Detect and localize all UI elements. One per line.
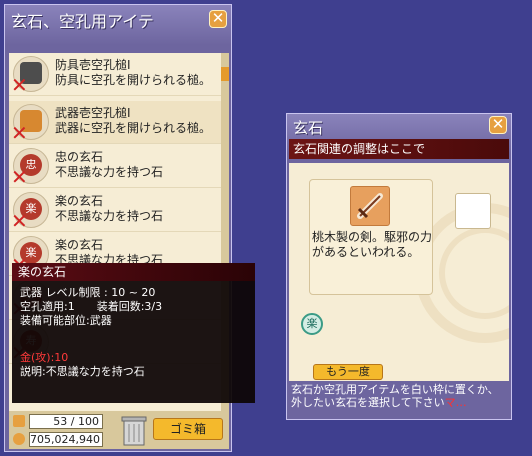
gemstone-window: 玄石 ✕ 玄石関連の調整はここで 桃木製の剣。駆邪の力があるといわれる。 楽 も… [286, 113, 512, 420]
scroll-thumb[interactable] [221, 67, 229, 81]
tooltip-title: 楽の玄石 [12, 263, 255, 281]
gem-drop-slot[interactable] [455, 193, 491, 229]
equipment-desc: 桃木製の剣。駆邪の力があるといわれる。 [312, 230, 433, 259]
coin-icon [13, 433, 25, 445]
unusable-x-icon: ✕ [11, 165, 28, 189]
list-item[interactable]: 忠 ✕ 忠の玄石 不思議な力を持つ石 [9, 145, 221, 188]
unusable-x-icon: ✕ [11, 73, 28, 97]
gem-type-icon[interactable]: 楽 [301, 313, 323, 335]
close-icon[interactable]: ✕ [489, 116, 507, 134]
gemstone-title: 玄石 [293, 119, 324, 137]
item-desc: 武器に空孔を開けられる槌。 [55, 121, 212, 135]
equipment-card: 桃木製の剣。駆邪の力があるといわれる。 [309, 179, 433, 295]
item-tooltip: 楽の玄石 武器 レベル制限 : 10 ~ 20 空孔適用:1 装着回数:3/3 … [12, 263, 255, 403]
tooltip-explanation: 説明:不思議な力を持つ石 [20, 365, 145, 378]
list-item[interactable]: 楽 ✕ 楽の玄石 不思議な力を持つ石 [9, 189, 221, 232]
inventory-title: 玄石、空孔用アイテ [11, 12, 154, 31]
item-desc: 不思議な力を持つ石 [55, 209, 164, 223]
tooltip-equip-part: 装備可能部位:武器 [20, 314, 112, 327]
equipment-slot[interactable] [350, 186, 390, 226]
list-item[interactable]: ✕ 武器壱空孔槌I 武器に空孔を開けられる槌。 [9, 101, 221, 144]
retry-button[interactable]: もう一度 [313, 364, 383, 380]
instructions-text: 玄石か空孔用アイテムを白い枠に置くか、外したい玄石を選択して下さい [291, 383, 499, 409]
close-icon[interactable]: ✕ [209, 10, 227, 28]
item-desc: 不思議な力を持つ石 [55, 165, 164, 179]
instructions-tail: マ… [444, 396, 467, 409]
item-count: 53 / 100 [29, 414, 103, 429]
bag-icon [13, 415, 25, 427]
inventory-footer: 53 / 100 705,024,940 ゴミ箱 [9, 411, 229, 449]
unusable-x-icon: ✕ [11, 121, 28, 145]
gemstone-hint: 玄石関連の調整はここで [289, 139, 509, 159]
list-item[interactable]: ✕ 防具壱空孔槌I 防具に空孔を開けられる槌。 [9, 53, 221, 96]
trash-can-icon[interactable] [121, 414, 147, 446]
gemstone-instructions: 玄石か空孔用アイテムを白い枠に置くか、外したい玄石を選択して下さいマ… [291, 383, 507, 409]
item-desc: 防具に空孔を開けられる槌。 [55, 73, 212, 87]
sword-icon [357, 193, 383, 219]
money-amount: 705,024,940 [29, 432, 103, 447]
trash-button[interactable]: ゴミ箱 [153, 418, 223, 440]
unusable-x-icon: ✕ [11, 209, 28, 233]
gemstone-panel: 桃木製の剣。駆邪の力があるといわれる。 楽 [289, 163, 509, 381]
